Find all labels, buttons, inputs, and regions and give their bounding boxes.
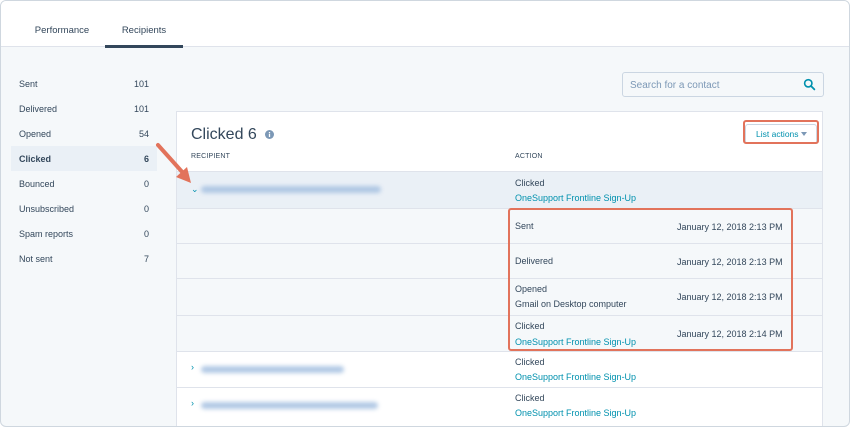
app-window: Performance Recipients Sent 101 Delivere… (0, 0, 850, 427)
stat-value: 101 (133, 103, 149, 114)
stat-label: Opened (19, 128, 52, 139)
events-highlight (508, 208, 793, 351)
tab-performance[interactable]: Performance (21, 1, 103, 47)
search-icon[interactable] (803, 78, 816, 91)
stat-label: Delivered (19, 103, 58, 114)
card-title-text: Clicked 6 (191, 126, 257, 143)
chevron-right-icon[interactable]: › (191, 362, 194, 372)
stat-label: Unsubscribed (19, 203, 75, 214)
stat-value: 0 (143, 203, 149, 214)
row-action: Clicked (515, 178, 545, 188)
stat-value: 101 (133, 78, 149, 89)
search-box (622, 72, 824, 97)
card-title: Clicked 6 (191, 126, 275, 144)
stat-clicked[interactable]: Clicked 6 (11, 146, 157, 171)
stat-label: Spam reports (19, 228, 74, 239)
stat-unsubscribed[interactable]: Unsubscribed 0 (11, 196, 157, 221)
row-action-link[interactable]: OneSupport Frontline Sign-Up (515, 372, 636, 382)
tab-recipients[interactable]: Recipients (105, 1, 183, 48)
row-action: Clicked (515, 393, 545, 403)
row-action-link[interactable]: OneSupport Frontline Sign-Up (515, 193, 636, 203)
stat-label: Bounced (19, 178, 55, 189)
recipient-blurred (201, 366, 344, 373)
arrow-pointer-icon (156, 143, 191, 183)
stat-sent[interactable]: Sent 101 (11, 71, 157, 96)
row-action-link[interactable]: OneSupport Frontline Sign-Up (515, 408, 636, 418)
stat-spam-reports[interactable]: Spam reports 0 (11, 221, 157, 246)
table-row[interactable]: ⌄ Clicked OneSupport Frontline Sign-Up (177, 171, 822, 208)
search-input[interactable] (630, 77, 795, 93)
stat-value: 6 (143, 153, 149, 164)
stat-label: Clicked (19, 153, 52, 164)
column-header-action: ACTION (515, 153, 543, 160)
recipient-blurred (201, 402, 378, 409)
stat-value: 7 (143, 253, 149, 264)
stat-not-sent[interactable]: Not sent 7 (11, 246, 157, 271)
stat-value: 0 (143, 178, 149, 189)
row-action: Clicked (515, 357, 545, 367)
stat-label: Not sent (19, 253, 53, 264)
stat-value: 0 (143, 228, 149, 239)
chevron-right-icon[interactable]: › (191, 398, 194, 408)
table-row[interactable]: › Clicked OneSupport Frontline Sign-Up (177, 387, 822, 426)
stat-value: 54 (138, 128, 149, 139)
stats-list: Sent 101 Delivered 101 Opened 54 Clicked… (11, 71, 157, 271)
stat-opened[interactable]: Opened 54 (11, 121, 157, 146)
stat-delivered[interactable]: Delivered 101 (11, 96, 157, 121)
info-icon[interactable] (265, 130, 275, 140)
stat-label: Sent (19, 78, 38, 89)
tab-bar: Performance Recipients (1, 1, 849, 48)
table-row[interactable]: › Clicked OneSupport Frontline Sign-Up (177, 351, 822, 387)
recipient-blurred (201, 186, 381, 193)
list-actions-highlight (743, 120, 819, 144)
stat-bounced[interactable]: Bounced 0 (11, 171, 157, 196)
